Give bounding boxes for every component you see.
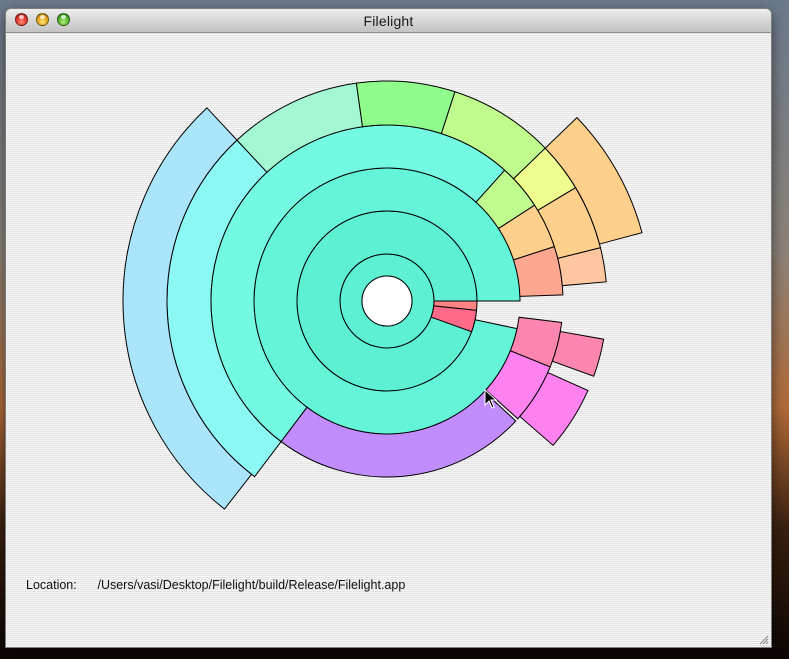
location-label: Location: — [26, 578, 77, 592]
segments-group[interactable] — [122, 80, 643, 510]
filelight-window: Filelight Location: /Users/vasi/Desktop/… — [6, 9, 771, 647]
location-row: Location: /Users/vasi/Desktop/Filelight/… — [26, 578, 405, 592]
ring-5-pink[interactable] — [551, 330, 605, 377]
center-hole[interactable] — [361, 275, 413, 327]
mouse-pointer-icon — [484, 389, 498, 409]
resize-grip-icon[interactable] — [757, 633, 769, 645]
ring-5-green[interactable] — [355, 80, 456, 135]
location-path: /Users/vasi/Desktop/Filelight/build/Rele… — [97, 578, 406, 592]
radial-disk-usage-map[interactable] — [6, 9, 771, 569]
